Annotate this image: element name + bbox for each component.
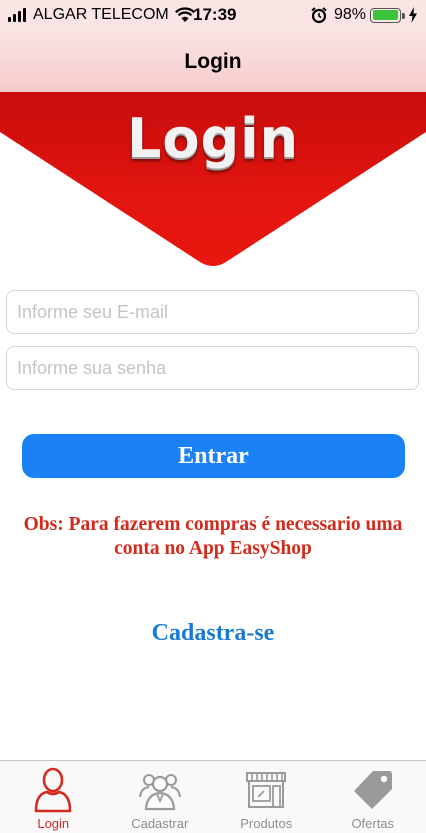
status-time: 17:39 xyxy=(193,5,237,24)
group-icon xyxy=(138,774,181,811)
battery-fill xyxy=(372,10,398,20)
tab-label: Produtos xyxy=(240,816,293,831)
charging-icon xyxy=(409,7,417,23)
notice-text: Obs: Para fazerem compras é necessario u… xyxy=(23,514,403,559)
tab-cadastrar[interactable]: Cadastrar xyxy=(107,761,214,833)
battery-cap xyxy=(402,12,405,19)
password-field[interactable] xyxy=(6,346,419,390)
register-link[interactable]: Cadastra-se xyxy=(0,620,426,647)
tab-ofertas[interactable]: Ofertas xyxy=(320,761,426,833)
tab-produtos[interactable]: Produtos xyxy=(213,761,320,833)
enter-button[interactable]: Entrar xyxy=(22,434,405,478)
email-field[interactable] xyxy=(6,290,419,334)
nav-title: Login xyxy=(184,50,242,73)
tab-label: Cadastrar xyxy=(131,816,189,831)
wifi-icon xyxy=(174,7,195,22)
signal-icon xyxy=(8,8,28,22)
banner-title: Login xyxy=(126,107,300,170)
tab-label: Ofertas xyxy=(351,816,395,831)
store-icon xyxy=(246,772,287,808)
status-right: 98% xyxy=(310,6,418,24)
status-bar: ALGAR TELECOM 17:39 98% xyxy=(0,0,426,32)
tab-bar: Login Cadastrar Produtos Ofertas xyxy=(0,760,426,833)
battery-percentage: 98% xyxy=(333,6,366,23)
tag-icon xyxy=(353,771,392,809)
alarm-icon xyxy=(311,7,327,24)
navigation-bar: Login xyxy=(0,32,426,92)
carrier-name: ALGAR TELECOM xyxy=(33,6,169,23)
battery-icon xyxy=(370,7,405,23)
user-icon xyxy=(34,767,72,813)
status-left: ALGAR TELECOM xyxy=(8,6,195,24)
tab-label: Login xyxy=(37,816,70,831)
tab-login[interactable]: Login xyxy=(0,761,107,833)
